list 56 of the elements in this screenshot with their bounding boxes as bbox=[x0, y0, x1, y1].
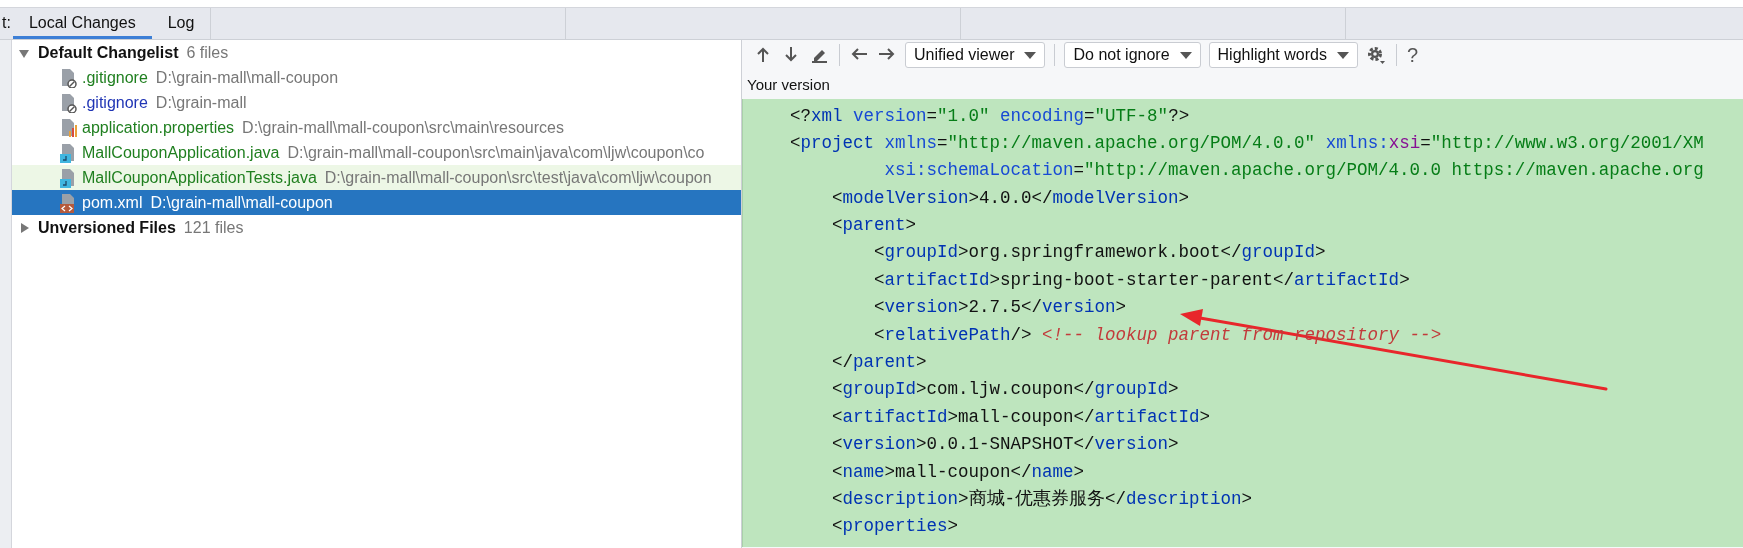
file-name: application.properties bbox=[82, 117, 235, 138]
group-label: Unversioned Files bbox=[38, 217, 176, 238]
file-path: D:\grain-mall\mall-coupon bbox=[155, 67, 339, 88]
file-path: D:\grain-mall bbox=[155, 92, 247, 113]
code-line: <name>mall-coupon</name> bbox=[831, 460, 1085, 484]
file-path: D:\grain-mall\mall-coupon bbox=[150, 192, 333, 213]
tree-group-row[interactable]: Default Changelist 6 files bbox=[12, 40, 741, 65]
tree-group-row[interactable]: Unversioned Files 121 files bbox=[12, 215, 741, 240]
file-name: .gitignore bbox=[82, 67, 148, 88]
help-button[interactable]: ? bbox=[1401, 42, 1424, 68]
tab[interactable]: Local Changes bbox=[12, 8, 152, 39]
file-name: pom.xml bbox=[82, 192, 143, 213]
code-line: <description>商城-优惠券服务</description> bbox=[831, 487, 1253, 511]
group-label: Default Changelist bbox=[38, 42, 179, 63]
caret-icon bbox=[1024, 51, 1037, 59]
settings-icon bbox=[1366, 46, 1386, 64]
version-label: Your version bbox=[746, 75, 831, 95]
file-row[interactable]: application.properties D:\grain-mall\mall-coupon\src\main\resources bbox=[12, 115, 741, 140]
code-line: </parent> bbox=[831, 351, 927, 374]
file-path: D:\grain-mall\mall-coupon\src\main\resources bbox=[242, 117, 564, 138]
code-line: <artifactId>spring-boot-starter-parent</artifactId> bbox=[873, 268, 1410, 292]
file-count: 6 files bbox=[186, 42, 229, 63]
file-row[interactable]: MallCouponApplicationTests.java D:\grain-mall\mall-coupon\src\test\java\com\ljw\coupon bbox=[12, 165, 741, 190]
file-icon bbox=[60, 92, 78, 113]
dropdown[interactable]: Do not ignore bbox=[1064, 42, 1201, 68]
code-line: <project xmlns="http://maven.apache.org/POM/4.0.0" xmlns:xsi="http://www.w3.org/2001/XM bbox=[790, 131, 1704, 155]
caret-icon bbox=[1336, 51, 1349, 59]
dropdown[interactable]: Unified viewer bbox=[905, 42, 1046, 68]
code-line: <properties> bbox=[831, 515, 959, 539]
dropdown[interactable]: Highlight words bbox=[1208, 42, 1358, 68]
code-line: <version>2.7.5</version> bbox=[873, 296, 1127, 320]
file-row[interactable]: pom.xml D:\grain-mall\mall-coupon bbox=[12, 190, 741, 215]
file-path: D:\grain-mall\mall-coupon\src\test\java\com\ljw\coupon bbox=[324, 167, 712, 188]
code-line: <groupId>org.springframework.boot</groupId> bbox=[873, 241, 1326, 265]
code-line: <parent> bbox=[831, 214, 917, 238]
code-line: <relativePath/> <!-- lookup parent from repository --> bbox=[873, 323, 1442, 347]
tab[interactable]: Log bbox=[151, 8, 211, 39]
file-row[interactable]: .gitignore D:\grain-mall bbox=[12, 90, 741, 115]
file-name: MallCouponApplicationTests.java bbox=[82, 167, 317, 188]
expand-icon[interactable] bbox=[18, 221, 30, 234]
file-row[interactable]: MallCouponApplication.java D:\grain-mall\mall-coupon\src\main\java\com\ljw\coupon\co bbox=[12, 140, 741, 165]
code-line: <artifactId>mall-coupon</artifactId> bbox=[831, 405, 1211, 429]
file-count: 121 files bbox=[183, 217, 244, 238]
file-row[interactable]: .gitignore D:\grain-mall\mall-coupon bbox=[12, 65, 741, 90]
code-line: <?xml version="1.0" encoding="UTF-8"?> bbox=[790, 104, 1190, 128]
file-name: .gitignore bbox=[82, 92, 148, 113]
code-line: xsi:schemaLocation="http://maven.apache.org/POM/4.0.0 https://maven.apache.org bbox=[883, 159, 1704, 183]
code-line: <groupId>com.ljw.coupon</groupId> bbox=[831, 378, 1179, 402]
caret-icon bbox=[1179, 51, 1192, 59]
file-icon bbox=[60, 117, 78, 138]
code-line: <modelVersion>4.0.0</modelVersion> bbox=[831, 186, 1190, 210]
code-line: <version>0.0.1-SNAPSHOT</version> bbox=[831, 433, 1179, 457]
panel-label: t: bbox=[1, 13, 12, 33]
file-name: MallCouponApplication.java bbox=[82, 142, 280, 163]
file-path: D:\grain-mall\mall-coupon\src\main\java\com\ljw\coupon\co bbox=[287, 142, 705, 163]
file-icon bbox=[60, 67, 78, 88]
